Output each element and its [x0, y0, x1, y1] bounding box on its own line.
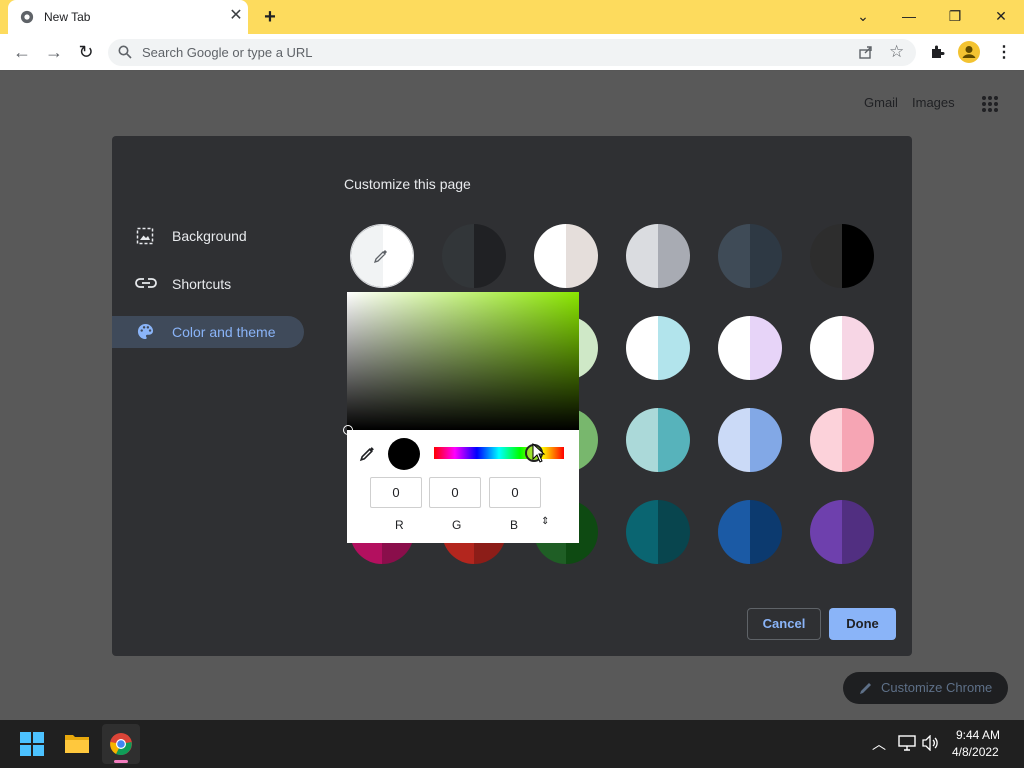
network-icon[interactable]: [898, 735, 916, 751]
bookmark-star-icon[interactable]: ☆: [889, 42, 904, 62]
theme-swatch[interactable]: [626, 316, 690, 380]
swatch-left-half: [810, 500, 842, 564]
theme-swatch[interactable]: [810, 500, 874, 564]
swatch-left-half: [810, 408, 842, 472]
mouse-cursor-icon: [532, 443, 546, 463]
picker-eyedropper-icon[interactable]: [359, 445, 376, 462]
swatch-left-half: [626, 316, 658, 380]
tab-search-icon[interactable]: ⌄: [849, 4, 877, 28]
red-label: R: [395, 518, 404, 532]
tab-title: New Tab: [44, 10, 91, 24]
saturation-value-handle[interactable]: [343, 425, 353, 435]
swatch-right-half: [658, 224, 690, 288]
sidebar-label-shortcuts: Shortcuts: [172, 276, 232, 292]
color-preview-swatch: [388, 438, 420, 470]
active-app-indicator: [114, 760, 128, 763]
swatch-right-half: [750, 408, 782, 472]
theme-swatch[interactable]: [442, 224, 506, 288]
format-toggle-icon[interactable]: ⇕: [541, 516, 549, 527]
swatch-right-half: [842, 224, 874, 288]
browser-tab[interactable]: New Tab ✕: [8, 0, 248, 34]
forward-button[interactable]: →: [42, 40, 66, 64]
search-icon: [118, 45, 132, 59]
theme-swatch[interactable]: [718, 408, 782, 472]
clock-time[interactable]: 9:44 AM: [956, 728, 1000, 742]
dialog-title: Customize this page: [344, 176, 471, 192]
swatch-left-half: [534, 224, 566, 288]
theme-swatch[interactable]: [534, 224, 598, 288]
swatch-left-half: [626, 224, 658, 288]
tray-overflow-chevron-icon[interactable]: ︿: [872, 734, 886, 754]
link-icon: [135, 278, 157, 288]
theme-swatch[interactable]: [626, 500, 690, 564]
close-tab-icon[interactable]: ✕: [226, 6, 246, 26]
google-apps-icon[interactable]: [981, 95, 999, 113]
swatch-right-half: [750, 224, 782, 288]
theme-swatch[interactable]: [626, 408, 690, 472]
swatch-left-half: [810, 316, 842, 380]
swatch-left-half: [810, 224, 842, 288]
chrome-favicon-icon: [20, 10, 34, 24]
swatch-right-half: [750, 316, 782, 380]
swatch-left-half: [718, 408, 750, 472]
windows-start-icon[interactable]: [20, 732, 44, 756]
swatch-right-half: [842, 500, 874, 564]
customize-chrome-label: Customize Chrome: [881, 680, 993, 695]
swatch-left-half: [718, 316, 750, 380]
swatch-right-half: [750, 500, 782, 564]
green-input[interactable]: 0: [429, 477, 481, 508]
done-button[interactable]: Done: [829, 608, 896, 640]
sidebar-label-background: Background: [172, 228, 247, 244]
theme-swatch[interactable]: [810, 224, 874, 288]
swatch-right-half: [658, 408, 690, 472]
swatch-left-half: [442, 224, 474, 288]
red-input[interactable]: 0: [370, 477, 422, 508]
eyedropper-icon: [373, 250, 387, 264]
theme-swatch[interactable]: [718, 224, 782, 288]
blue-label: B: [510, 518, 519, 532]
cancel-button[interactable]: Cancel: [747, 608, 821, 640]
theme-swatch[interactable]: [626, 224, 690, 288]
restore-button[interactable]: ❐: [941, 4, 969, 28]
volume-icon[interactable]: [922, 735, 940, 751]
swatch-right-half: [474, 224, 506, 288]
theme-swatch[interactable]: [718, 500, 782, 564]
images-link[interactable]: Images: [912, 95, 955, 110]
gmail-link[interactable]: Gmail: [864, 95, 898, 110]
omnibox-placeholder: Search Google or type a URL: [142, 45, 313, 60]
swatch-right-half: [566, 224, 598, 288]
swatch-right-half: [658, 500, 690, 564]
green-label: G: [452, 518, 462, 532]
theme-swatch[interactable]: [810, 408, 874, 472]
minimize-button[interactable]: —: [895, 4, 923, 28]
more-menu-icon[interactable]: ⋮: [996, 42, 1012, 62]
theme-swatch[interactable]: [810, 316, 874, 380]
share-icon[interactable]: [858, 44, 874, 60]
clock-date[interactable]: 4/8/2022: [952, 745, 999, 759]
blue-input[interactable]: 0: [489, 477, 541, 508]
palette-icon: [137, 323, 154, 340]
swatch-left-half: [718, 224, 750, 288]
swatch-right-half: [842, 316, 874, 380]
back-button[interactable]: ←: [10, 40, 34, 64]
file-explorer-icon[interactable]: [64, 732, 90, 754]
sidebar-label-color-and-theme: Color and theme: [172, 324, 276, 340]
reload-button[interactable]: ↻: [74, 40, 98, 64]
pencil-icon: [860, 683, 871, 694]
swatch-right-half: [658, 316, 690, 380]
chrome-app-icon: [110, 733, 132, 756]
new-tab-button[interactable]: +: [258, 6, 282, 28]
close-window-button[interactable]: ✕: [987, 4, 1015, 28]
swatch-left-half: [718, 500, 750, 564]
extensions-icon[interactable]: [929, 44, 945, 60]
image-icon: [136, 227, 154, 245]
swatch-right-half: [842, 408, 874, 472]
swatch-left-half: [626, 408, 658, 472]
profile-avatar-icon[interactable]: [958, 41, 980, 63]
saturation-value-field[interactable]: [347, 292, 579, 430]
taskbar: [0, 720, 1024, 768]
swatch-left-half: [626, 500, 658, 564]
theme-swatch[interactable]: [718, 316, 782, 380]
